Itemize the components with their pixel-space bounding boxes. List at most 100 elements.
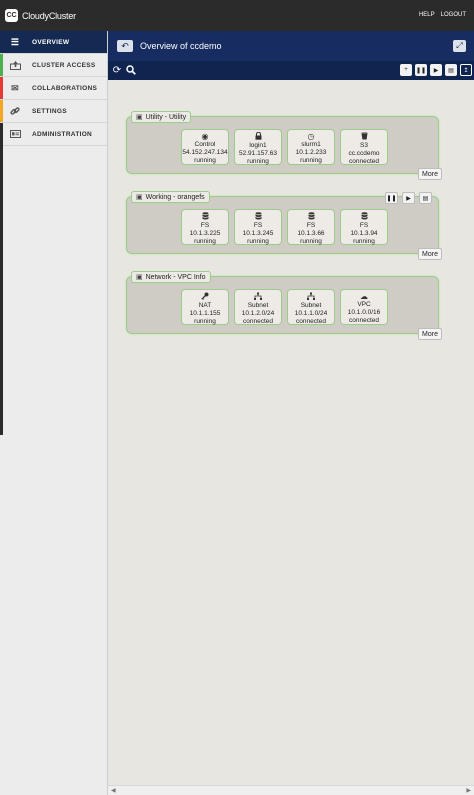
tile-address: 10.1.3.94 [350, 230, 378, 237]
tile-login1[interactable]: login1 52.91.157.63 running [234, 129, 282, 165]
pause-icon: ❚❚ [386, 195, 397, 202]
group-label[interactable]: ▣ Utility - Utility [131, 111, 192, 123]
overview-canvas: ▣ Utility - Utility ◉ Control 54.152.247… [108, 80, 474, 785]
tile-nat[interactable]: NAT 10.1.1.155 running [181, 289, 229, 325]
sidebar-item-settings[interactable]: SETTINGS [0, 100, 107, 123]
content-header: ↶ Overview of ccdemo ⤢ [108, 31, 474, 61]
sidebar-item-cluster-access[interactable]: CLUSTER ACCESS [0, 54, 107, 77]
return-arrow-icon: ↶ [121, 40, 129, 51]
group-working: ▣ Working - orangefs ❚❚ ▶ ▤ FS 10.1.3.22… [126, 191, 442, 260]
tile-status: running [300, 157, 322, 164]
tile-subnet-1[interactable]: Subnet 10.1.2.0/24 connected [234, 289, 282, 325]
logout-link[interactable]: LOGOUT [441, 12, 466, 18]
pause-all-button[interactable]: ❚❚ [415, 64, 427, 76]
upload-button[interactable]: ↥ [460, 64, 472, 76]
group-pause-button[interactable]: ❚❚ [385, 192, 398, 204]
sidebar-stripe [0, 54, 3, 76]
page-title: Overview of ccdemo [140, 41, 222, 51]
link-icon [9, 106, 21, 116]
tile-name: NAT [198, 302, 212, 309]
add-button[interactable]: + [400, 64, 412, 76]
brand-name: CloudyCluster [22, 10, 76, 21]
tile-subnet-2[interactable]: Subnet 10.1.1.0/24 connected [287, 289, 335, 325]
more-button[interactable]: More [418, 248, 442, 260]
sidebar-item-collaborations[interactable]: ✉ COLLABORATIONS [0, 77, 107, 100]
tile-address: 10.1.1.0/24 [294, 310, 328, 317]
sidebar-edge-strip [0, 123, 3, 435]
tile-fs-2[interactable]: FS 10.1.3.245 running [234, 209, 282, 245]
tile-status: running [194, 238, 216, 245]
database-icon [288, 212, 334, 222]
scroll-right-icon[interactable]: ▶ [466, 787, 471, 794]
more-button[interactable]: More [418, 328, 442, 340]
refresh-icon[interactable]: ⟳ [111, 64, 123, 76]
tile-s3[interactable]: S3 cc.ccdemo connected [340, 129, 388, 165]
tile-name: FS [200, 222, 210, 229]
tile-name: slurm1 [301, 141, 321, 148]
tile-control[interactable]: ◉ Control 54.152.247.134 running [181, 129, 229, 165]
bucket-icon [341, 132, 387, 142]
id-card-icon [9, 129, 21, 139]
tile-fs-4[interactable]: FS 10.1.3.94 running [340, 209, 388, 245]
sidebar-item-overview[interactable]: ☰ OVERVIEW [0, 31, 107, 54]
clock-icon: ◷ [307, 132, 315, 141]
tile-address: 10.1.2.233 [295, 149, 327, 156]
upload-icon [9, 60, 21, 70]
more-button[interactable]: More [418, 168, 442, 180]
tile-fs-3[interactable]: FS 10.1.3.66 running [287, 209, 335, 245]
lock-icon [235, 131, 281, 142]
tile-fs-1[interactable]: FS 10.1.3.225 running [181, 209, 229, 245]
cloud-icon: ☁ [360, 292, 368, 301]
brand[interactable]: CC CloudyCluster [5, 9, 76, 22]
delete-all-button[interactable]: ▤ [445, 64, 457, 76]
expand-button[interactable]: ⤢ [453, 40, 466, 52]
tile-address: 52.91.157.63 [239, 150, 277, 157]
trash-icon: ▤ [422, 195, 429, 202]
sidebar-stripe [0, 100, 3, 122]
tile-status: running [247, 158, 269, 165]
monitor-icon: ▣ [136, 274, 143, 281]
globe-icon: ◉ [201, 132, 209, 141]
tile-name: FS [359, 222, 369, 229]
group-play-button[interactable]: ▶ [402, 192, 415, 204]
tile-address: 10.1.3.245 [242, 230, 274, 237]
play-all-button[interactable]: ▶ [430, 64, 442, 76]
sidebar-item-label: CLUSTER ACCESS [32, 61, 96, 69]
top-links: HELP LOGOUT [419, 12, 466, 18]
tile-address: 10.1.3.225 [189, 230, 221, 237]
group-label[interactable]: ▣ Network - VPC Info [131, 271, 211, 283]
tile-name: Control [194, 141, 216, 148]
sidebar-item-administration[interactable]: ADMINISTRATION [0, 123, 107, 146]
help-link[interactable]: HELP [419, 12, 435, 18]
tile-status: running [247, 238, 269, 245]
tile-name: Subnet [247, 302, 269, 309]
tile-name: login1 [249, 142, 267, 149]
group-label[interactable]: ▣ Working - orangefs [131, 191, 210, 203]
tile-name: VPC [357, 301, 371, 308]
play-icon: ▶ [433, 67, 439, 74]
tile-status: running [194, 318, 216, 325]
group-delete-button[interactable]: ▤ [419, 192, 432, 204]
database-icon [341, 212, 387, 222]
play-icon: ▶ [406, 195, 411, 202]
sidebar-item-label: OVERVIEW [32, 38, 70, 46]
group-label-text: Utility - Utility [145, 113, 187, 121]
tile-status: running [353, 238, 375, 245]
tile-status: running [300, 238, 322, 245]
tile-slurm1[interactable]: ◷ slurm1 10.1.2.233 running [287, 129, 335, 165]
monitor-icon: ▣ [136, 194, 143, 201]
tile-address: 10.1.2.0/24 [241, 310, 275, 317]
scroll-left-icon[interactable]: ◀ [111, 787, 116, 794]
tile-vpc[interactable]: ☁ VPC 10.1.0.0/16 connected [340, 289, 388, 325]
search-icon[interactable] [125, 64, 137, 76]
tile-address: cc.ccdemo [348, 150, 380, 157]
tile-name: FS [306, 222, 316, 229]
trash-icon: ▤ [448, 67, 454, 74]
horizontal-scrollbar[interactable]: ◀ ▶ [108, 785, 474, 795]
database-icon [235, 212, 281, 222]
sidebar-item-label: SETTINGS [32, 107, 67, 115]
key-icon [182, 292, 228, 302]
back-button[interactable]: ↶ [117, 40, 133, 52]
tile-status: connected [296, 318, 326, 325]
group-label-text: Working - orangefs [145, 193, 205, 201]
